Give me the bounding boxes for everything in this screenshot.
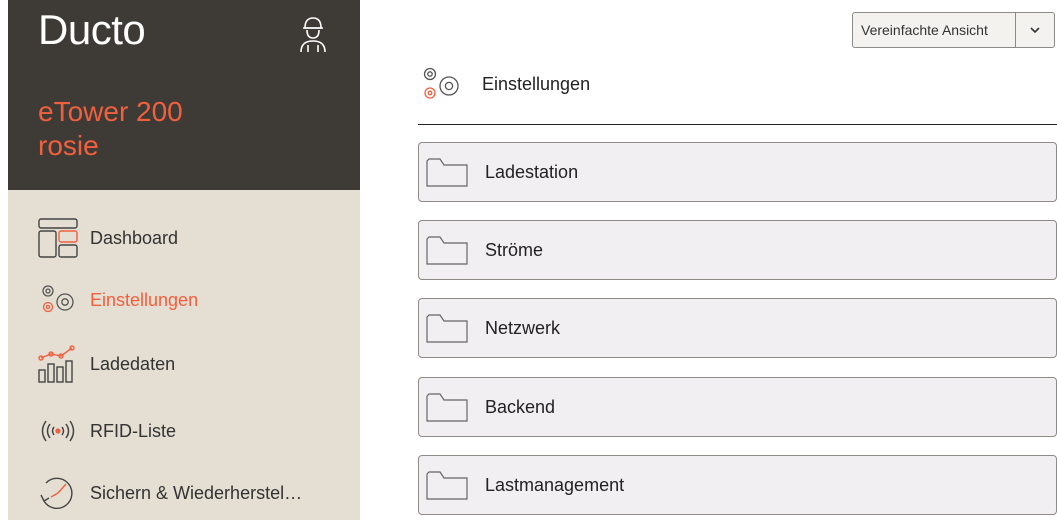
- folder-icon: [426, 471, 468, 500]
- folder-stroeme[interactable]: Ströme: [418, 220, 1057, 280]
- nav-item-ladedaten[interactable]: Ladedaten: [38, 344, 175, 384]
- folder-netzwerk[interactable]: Netzwerk: [418, 298, 1057, 358]
- folder-icon: [426, 314, 468, 343]
- folder-label: Ladestation: [485, 161, 579, 182]
- chart-icon: [38, 344, 88, 384]
- dashboard-icon: [38, 218, 88, 258]
- folder-label: Ströme: [485, 239, 544, 260]
- sidebar-header: Ducto eTower 200 rosie: [8, 0, 360, 190]
- folder-label: Netzwerk: [485, 317, 561, 338]
- user-icon[interactable]: [298, 14, 328, 54]
- nav-item-einstellungen[interactable]: Einstellungen: [38, 280, 198, 320]
- gears-icon: [423, 67, 459, 99]
- folder-lastmanagement[interactable]: Lastmanagement: [418, 455, 1057, 515]
- gears-icon: [38, 280, 88, 320]
- folder-label: Lastmanagement: [485, 474, 625, 495]
- nav-item-rfid-liste[interactable]: RFID-Liste: [38, 411, 176, 451]
- device-info: eTower 200 rosie: [38, 95, 183, 163]
- rfid-icon: [38, 411, 88, 451]
- section-title: Einstellungen: [482, 73, 591, 94]
- folder-backend[interactable]: Backend: [418, 377, 1057, 437]
- section-header: Einstellungen: [418, 64, 590, 104]
- folder-label: Backend: [485, 396, 556, 417]
- nav-label: Dashboard: [90, 227, 179, 248]
- nav-label: Sichern & Wiederherstel…: [90, 482, 303, 503]
- folder-icon: [426, 158, 468, 187]
- nav-label: Einstellungen: [90, 289, 199, 310]
- chevron-down-icon[interactable]: [1016, 26, 1054, 34]
- view-mode-select[interactable]: Vereinfachte Ansicht: [852, 12, 1055, 48]
- view-mode-value: Vereinfachte Ansicht: [853, 13, 1016, 47]
- folder-ladestation[interactable]: Ladestation: [418, 142, 1057, 202]
- folder-icon: [426, 393, 468, 422]
- brand-logo: Ducto: [38, 6, 146, 53]
- sidebar: Ducto eTower 200 rosie Dashboard Einstel…: [8, 0, 360, 520]
- nav-label: RFID-Liste: [90, 420, 177, 441]
- section-divider: [418, 124, 1057, 125]
- main-content: Vereinfachte Ansicht Einstellungen Lades…: [360, 0, 1057, 520]
- nav-label: Ladedaten: [90, 353, 176, 374]
- backup-clock-icon: [38, 473, 88, 513]
- folder-icon: [426, 236, 468, 265]
- device-name: rosie: [38, 130, 99, 161]
- device-model: eTower 200: [38, 96, 183, 127]
- nav-item-sichern[interactable]: Sichern & Wiederherstel…: [38, 473, 302, 513]
- nav-item-dashboard[interactable]: Dashboard: [38, 218, 178, 258]
